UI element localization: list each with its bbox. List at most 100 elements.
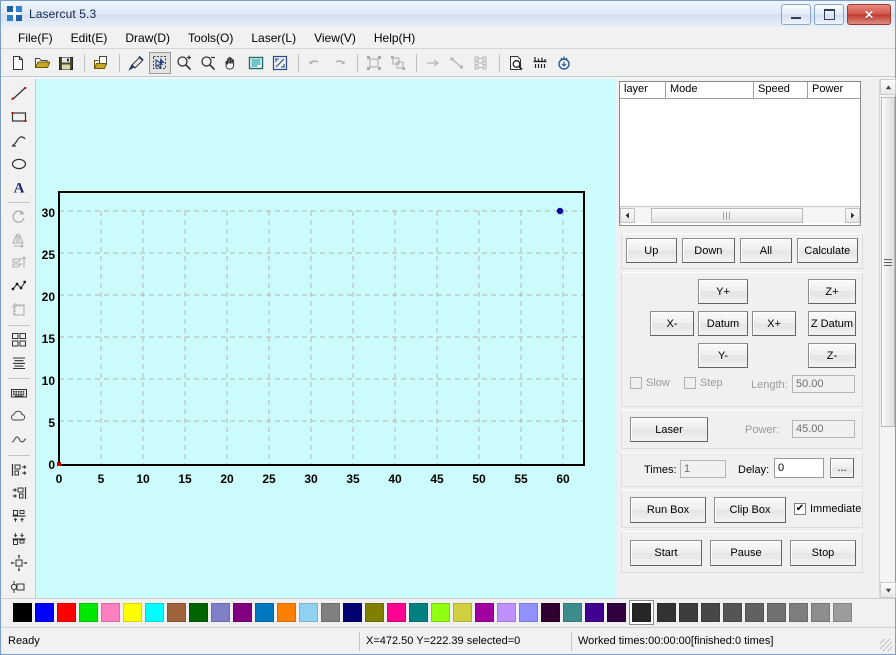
clip-box-button[interactable]: Clip Box xyxy=(714,497,786,523)
palette-swatch[interactable] xyxy=(145,603,164,622)
length-field[interactable]: 50.00 xyxy=(792,375,855,393)
palette-swatch[interactable] xyxy=(387,603,406,622)
tool-text[interactable]: A xyxy=(6,176,32,198)
palette-swatch[interactable] xyxy=(767,603,786,622)
tool-align-left[interactable] xyxy=(6,459,32,481)
maximize-button[interactable] xyxy=(814,4,844,25)
minimize-button[interactable] xyxy=(781,4,811,25)
palette-swatch[interactable] xyxy=(123,603,142,622)
jog-datum-button[interactable]: Datum xyxy=(698,311,748,336)
immediate-checkbox-box[interactable]: ✔ xyxy=(794,503,806,515)
color-palette[interactable] xyxy=(2,598,895,626)
tool-line[interactable] xyxy=(6,83,32,105)
menu-file[interactable]: File(F) xyxy=(9,29,62,47)
palette-swatch[interactable] xyxy=(657,603,676,622)
delay-field[interactable]: 0 xyxy=(774,458,824,478)
palette-swatch[interactable] xyxy=(79,603,98,622)
tool-mirror-horizontal[interactable] xyxy=(6,229,32,251)
palette-swatch[interactable] xyxy=(189,603,208,622)
panel-vscrollbar[interactable] xyxy=(879,79,896,598)
menu-tools[interactable]: Tools(O) xyxy=(179,29,242,47)
jog-z-plus-button[interactable]: Z+ xyxy=(808,279,856,304)
palette-swatch[interactable] xyxy=(679,603,698,622)
slow-checkbox-box[interactable] xyxy=(630,377,642,389)
stop-button[interactable]: Stop xyxy=(790,540,856,566)
column-speed[interactable]: Speed xyxy=(754,82,808,98)
palette-swatch[interactable] xyxy=(811,603,830,622)
hscroll-thumb[interactable]: ||| xyxy=(651,207,803,223)
palette-swatch[interactable] xyxy=(35,603,54,622)
save-button[interactable] xyxy=(55,52,77,74)
layer-up-button[interactable]: Up xyxy=(626,238,677,263)
palette-swatch[interactable] xyxy=(607,603,626,622)
tool-align-center-v[interactable] xyxy=(6,575,32,597)
palette-swatch[interactable] xyxy=(13,603,32,622)
menu-laser[interactable]: Laser(L) xyxy=(242,29,305,47)
tool-array-copy[interactable] xyxy=(6,329,32,351)
vscroll-down-arrow[interactable] xyxy=(880,582,896,598)
palette-swatch[interactable] xyxy=(745,603,764,622)
group-button[interactable] xyxy=(363,52,385,74)
palette-swatch[interactable] xyxy=(701,603,720,622)
import-button[interactable] xyxy=(90,52,112,74)
path-direction-button[interactable] xyxy=(422,52,444,74)
tool-polyline[interactable] xyxy=(6,129,32,151)
jog-x-plus-button[interactable]: X+ xyxy=(752,311,796,336)
run-box-button[interactable]: Run Box xyxy=(630,497,706,523)
palette-swatch[interactable] xyxy=(541,603,560,622)
tool-align-center-h[interactable] xyxy=(6,552,32,574)
resize-grip-icon[interactable] xyxy=(880,639,892,651)
palette-swatch[interactable] xyxy=(630,601,653,624)
tool-align-top[interactable] xyxy=(6,505,32,527)
palette-swatch[interactable] xyxy=(563,603,582,622)
tool-cloud[interactable] xyxy=(6,405,32,427)
palette-swatch[interactable] xyxy=(57,603,76,622)
menu-edit[interactable]: Edit(E) xyxy=(62,29,117,47)
palette-swatch[interactable] xyxy=(321,603,340,622)
download-button[interactable] xyxy=(553,52,575,74)
palette-swatch[interactable] xyxy=(101,603,120,622)
palette-swatch[interactable] xyxy=(475,603,494,622)
layer-all-button[interactable]: All xyxy=(740,238,792,263)
laser-button[interactable]: Laser xyxy=(630,417,708,442)
step-checkbox-box[interactable] xyxy=(684,377,696,389)
column-mode[interactable]: Mode xyxy=(666,82,754,98)
slow-checkbox[interactable]: Slow xyxy=(630,377,670,389)
node-edit-button[interactable] xyxy=(446,52,468,74)
palette-swatch[interactable] xyxy=(431,603,450,622)
drawing-canvas[interactable]: 0 5 10 15 20 25 30 0 5 10 15 20 25 30 35… xyxy=(36,79,616,598)
tool-rectangle[interactable] xyxy=(6,106,32,128)
tool-crop[interactable] xyxy=(6,299,32,321)
tool-curve[interactable] xyxy=(6,429,32,451)
palette-swatch[interactable] xyxy=(519,603,538,622)
palette-swatch[interactable] xyxy=(299,603,318,622)
column-power[interactable]: Power xyxy=(808,82,860,98)
jog-y-minus-button[interactable]: Y- xyxy=(698,343,748,368)
palette-swatch[interactable] xyxy=(365,603,384,622)
palette-swatch[interactable] xyxy=(497,603,516,622)
column-layer[interactable]: layer xyxy=(620,82,666,98)
close-button[interactable]: ✕ xyxy=(847,4,891,25)
select-tool-button[interactable] xyxy=(149,51,171,74)
undo-button[interactable] xyxy=(304,52,326,74)
new-button[interactable] xyxy=(7,52,29,74)
tool-mirror-vertical[interactable] xyxy=(6,252,32,274)
preview-button[interactable] xyxy=(505,52,527,74)
menu-draw[interactable]: Draw(D) xyxy=(116,29,179,47)
layer-calculate-button[interactable]: Calculate xyxy=(796,238,858,263)
brush-button[interactable] xyxy=(125,52,147,74)
immediate-checkbox[interactable]: ✔ Immediate xyxy=(794,503,861,515)
start-button[interactable]: Start xyxy=(630,540,702,566)
palette-swatch[interactable] xyxy=(585,603,604,622)
palette-swatch[interactable] xyxy=(255,603,274,622)
palette-swatch[interactable] xyxy=(233,603,252,622)
palette-swatch[interactable] xyxy=(833,603,852,622)
jog-y-plus-button[interactable]: Y+ xyxy=(698,279,748,304)
menu-help[interactable]: Help(H) xyxy=(365,29,424,47)
ungroup-button[interactable] xyxy=(387,52,409,74)
zoom-fit-button[interactable] xyxy=(269,52,291,74)
layer-list-body[interactable] xyxy=(620,99,860,206)
redo-button[interactable] xyxy=(328,52,350,74)
jog-x-minus-button[interactable]: X- xyxy=(650,311,694,336)
palette-swatch[interactable] xyxy=(167,603,186,622)
